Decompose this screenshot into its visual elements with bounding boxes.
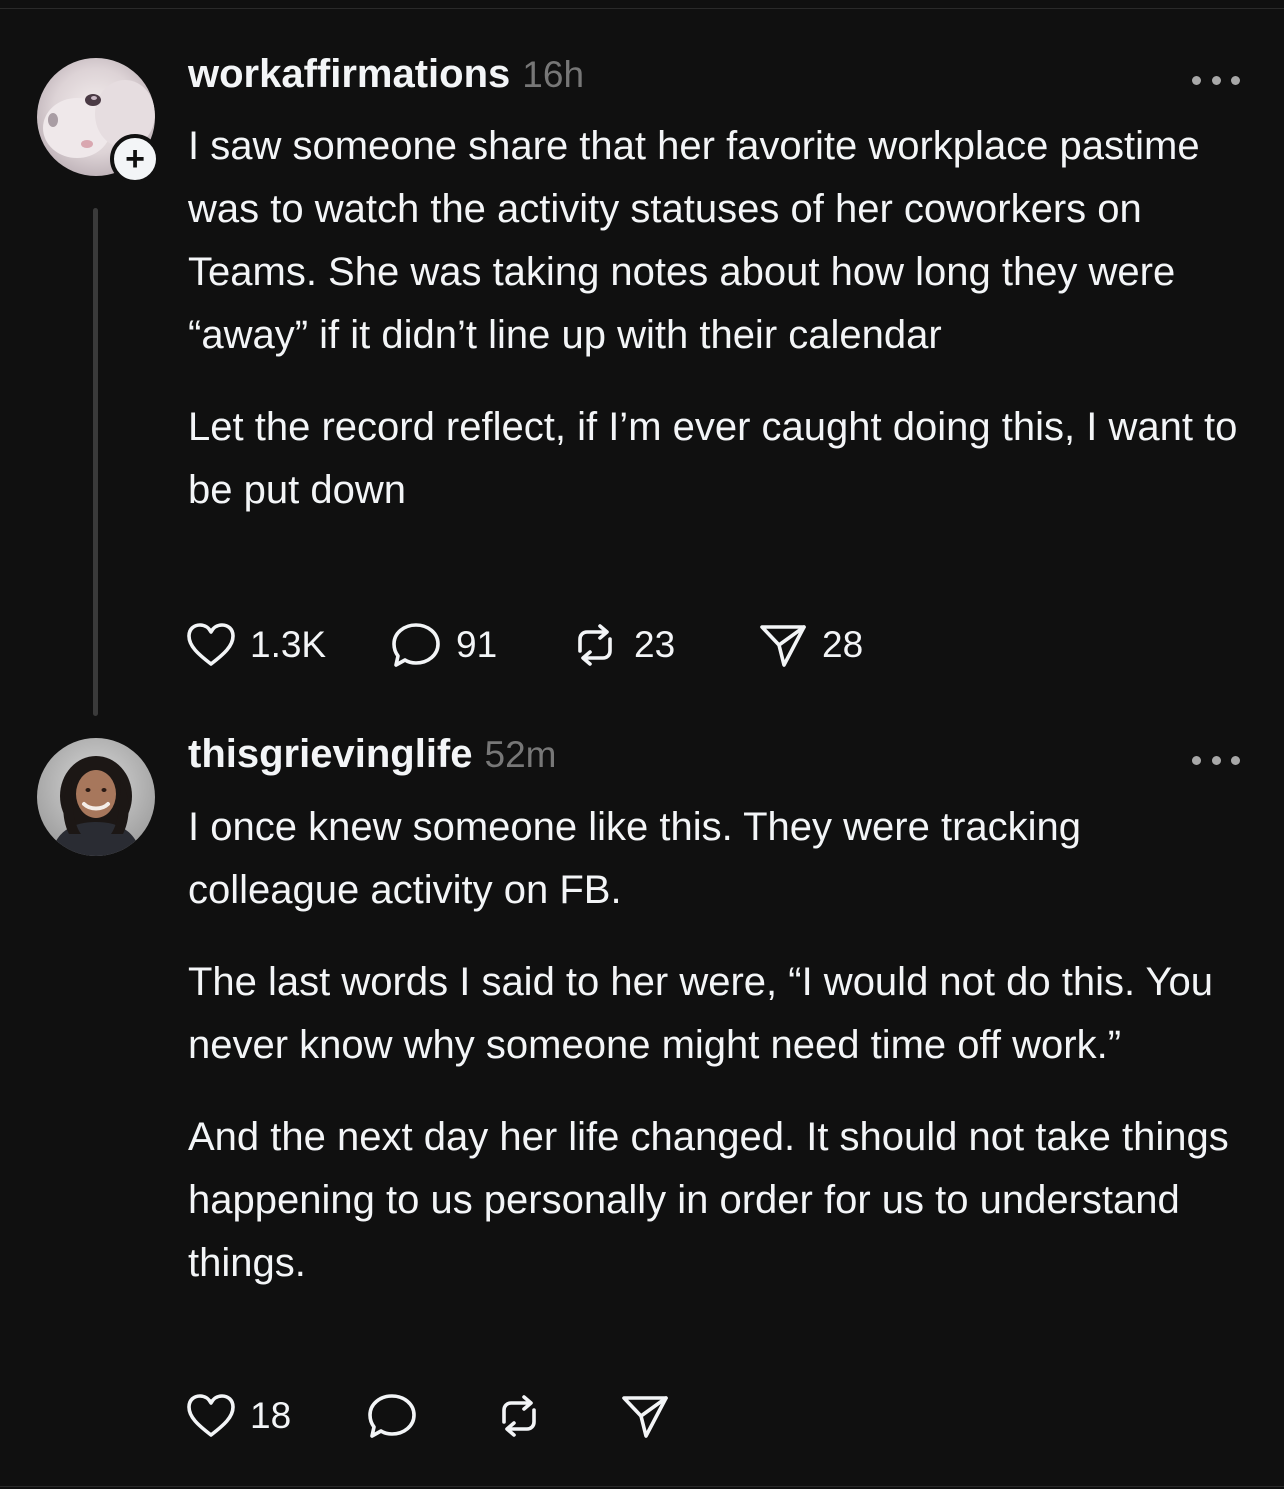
like-count: 1.3K bbox=[250, 624, 327, 665]
bottom-divider bbox=[0, 1486, 1284, 1487]
post-body: I once knew someone like this. They were… bbox=[188, 796, 1248, 1324]
share-count: 28 bbox=[822, 624, 864, 665]
post-body: I saw someone share that her favorite wo… bbox=[188, 115, 1248, 551]
post-actions: 1.3K 91 23 28 bbox=[186, 615, 898, 675]
post-paragraph: I once knew someone like this. They were… bbox=[188, 805, 1082, 912]
like-count: 18 bbox=[250, 1395, 292, 1436]
repost-count: 23 bbox=[634, 624, 676, 665]
avatar[interactable] bbox=[37, 738, 155, 856]
follow-button[interactable]: + bbox=[110, 134, 160, 184]
repost-button[interactable]: 23 bbox=[570, 615, 758, 675]
repost-icon bbox=[502, 1395, 536, 1437]
plus-icon: + bbox=[125, 140, 145, 178]
timestamp: 52m bbox=[484, 734, 557, 775]
send-icon bbox=[622, 1396, 668, 1438]
send-icon bbox=[760, 625, 806, 667]
reply-button[interactable] bbox=[368, 1386, 494, 1446]
timestamp: 16h bbox=[522, 54, 585, 95]
thread-connector-line bbox=[93, 208, 98, 716]
heart-icon bbox=[187, 1394, 235, 1437]
like-button[interactable]: 18 bbox=[186, 1386, 368, 1446]
username[interactable]: workaffirmations bbox=[188, 52, 510, 97]
post-paragraph: The last words I said to her were, “I wo… bbox=[188, 960, 1213, 1067]
avatar-person-icon bbox=[37, 738, 155, 856]
share-button[interactable]: 28 bbox=[758, 615, 898, 675]
username[interactable]: thisgrievinglife bbox=[188, 732, 473, 777]
share-button[interactable] bbox=[620, 1386, 680, 1446]
post-header: workaffirmations 16h bbox=[188, 52, 584, 104]
repost-button[interactable] bbox=[494, 1386, 620, 1446]
reply-count: 91 bbox=[456, 624, 498, 665]
repost-icon bbox=[578, 624, 612, 666]
reply-button[interactable]: 91 bbox=[392, 615, 570, 675]
comment-icon bbox=[392, 623, 440, 667]
heart-icon bbox=[187, 623, 235, 666]
post-paragraph: I saw someone share that her favorite wo… bbox=[188, 124, 1200, 357]
more-icon bbox=[1192, 755, 1201, 765]
post-paragraph: And the next day her life changed. It sh… bbox=[188, 1115, 1229, 1285]
comment-icon bbox=[368, 1394, 416, 1438]
top-divider bbox=[0, 8, 1284, 9]
post-paragraph: Let the record reflect, if I’m ever caug… bbox=[188, 405, 1238, 512]
like-button[interactable]: 1.3K bbox=[186, 615, 392, 675]
post-header: thisgrievinglife 52m bbox=[188, 732, 556, 784]
more-options-button[interactable] bbox=[1192, 70, 1240, 90]
post-actions: 18 bbox=[186, 1386, 680, 1446]
more-icon bbox=[1192, 75, 1201, 85]
more-options-button[interactable] bbox=[1192, 750, 1240, 770]
